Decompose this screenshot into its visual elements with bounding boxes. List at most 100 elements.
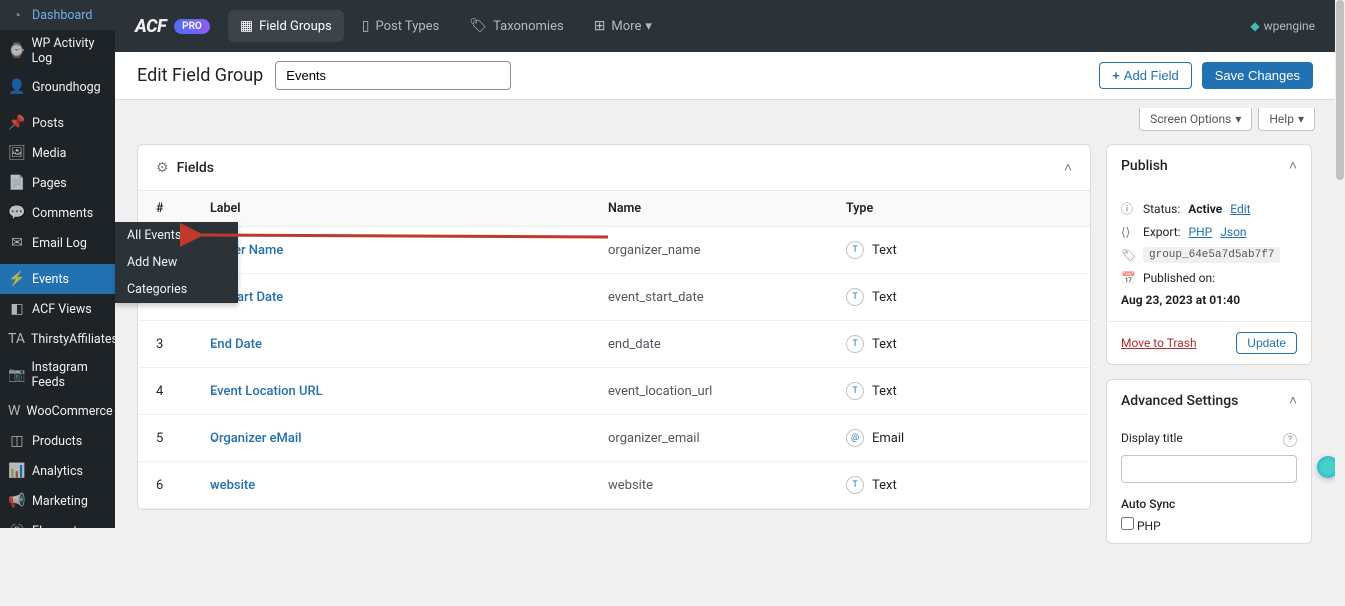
menu-icon: ▦ bbox=[8, 552, 26, 570]
sidebar-item-label: Products bbox=[32, 434, 82, 449]
field-row: 5⌄Organizer eMailorganizer_email@Email bbox=[138, 415, 1090, 462]
sidebar-item-email-log[interactable]: ✉Email Log bbox=[0, 228, 115, 258]
nav-icon: ⊞ bbox=[594, 18, 606, 34]
move-to-trash-link[interactable]: Move to Trash bbox=[1121, 336, 1197, 350]
sidebar-item-label: Elementor bbox=[32, 524, 89, 539]
plus-icon: + bbox=[1112, 68, 1120, 83]
sidebar-item-events[interactable]: ⚡Events bbox=[0, 264, 115, 294]
sidebar-item-label: Media bbox=[32, 146, 66, 161]
sidebar-item-elementor[interactable]: Ⓔ Elementor bbox=[0, 516, 115, 546]
scrollbar-thumb[interactable] bbox=[1336, 0, 1344, 180]
sidebar-item-dashboard[interactable]: ◔ Dashboard bbox=[0, 0, 115, 30]
type-icon: @ bbox=[846, 429, 864, 447]
sidebar-item-thirstyaffiliates[interactable]: TAThirstyAffiliates bbox=[0, 324, 115, 354]
fields-panel-header[interactable]: ⚙ Fields ˄ bbox=[138, 145, 1090, 191]
wpengine-brand: ◆ wpengine bbox=[1250, 19, 1315, 33]
field-label-link[interactable]: End Date bbox=[210, 337, 262, 352]
scrollbar-track[interactable] bbox=[1335, 0, 1345, 528]
advanced-header[interactable]: Advanced Settings ˄ bbox=[1107, 380, 1311, 421]
pro-badge: PRO bbox=[174, 19, 210, 34]
sidebar-item-products[interactable]: ◫Products bbox=[0, 426, 115, 456]
help-label: Help bbox=[1269, 112, 1294, 126]
export-php-link[interactable]: PHP bbox=[1189, 225, 1213, 239]
right-column: Publish ˄ ⓘ Status: Active Edit ⟨⟩ Expor… bbox=[1106, 144, 1312, 558]
col-label: Label bbox=[210, 201, 608, 216]
publish-header[interactable]: Publish ˄ bbox=[1107, 145, 1311, 186]
row-number: 3 bbox=[156, 337, 210, 352]
acf-topbar: ACF PRO ▦Field Groups▯Post Types🏷Taxonom… bbox=[115, 0, 1335, 52]
submenu-item-add-new[interactable]: Add New bbox=[115, 249, 238, 276]
export-label: Export: bbox=[1143, 225, 1181, 239]
field-type: TText bbox=[846, 382, 897, 400]
field-name: event_location_url bbox=[608, 384, 846, 399]
menu-icon: ✉ bbox=[8, 234, 26, 252]
topnav-post-types[interactable]: ▯Post Types bbox=[350, 10, 452, 42]
export-json-link[interactable]: Json bbox=[1220, 225, 1246, 239]
menu-icon: 📌 bbox=[8, 114, 26, 132]
help-icon[interactable]: ? bbox=[1283, 433, 1297, 447]
sidebar-item-appearance[interactable]: 🖌Appearance bbox=[0, 576, 115, 606]
sidebar-item-posts[interactable]: 📌Posts bbox=[0, 108, 115, 138]
sidebar-item-label: WP Activity Log bbox=[31, 36, 107, 66]
sidebar-item-wp-activity-log[interactable]: ⌚WP Activity Log bbox=[0, 30, 115, 72]
sidebar-item-label: Instagram Feeds bbox=[31, 360, 107, 390]
sidebar-item-pages[interactable]: 📄 Pages bbox=[0, 168, 115, 198]
field-type: TText bbox=[846, 241, 897, 259]
status-value: Active bbox=[1188, 202, 1222, 216]
sidebar-item-acf-views[interactable]: ◧ACF Views bbox=[0, 294, 115, 324]
sidebar-item-templates[interactable]: ▦ Templates bbox=[0, 546, 115, 576]
update-button[interactable]: Update bbox=[1236, 332, 1297, 354]
col-type: Type bbox=[846, 201, 1072, 216]
field-name: organizer_name bbox=[608, 243, 846, 258]
help-button[interactable]: Help ▾ bbox=[1258, 108, 1315, 131]
advanced-title: Advanced Settings bbox=[1121, 393, 1238, 409]
code-icon: ⟨⟩ bbox=[1121, 225, 1135, 239]
topnav-more[interactable]: ⊞More▾ bbox=[582, 10, 664, 42]
menu-icon: Ⓔ bbox=[8, 522, 26, 540]
save-changes-button[interactable]: Save Changes bbox=[1202, 62, 1313, 89]
php-checkbox[interactable] bbox=[1121, 517, 1134, 530]
menu-icon: 📄 bbox=[8, 174, 26, 192]
menu-icon: 📊 bbox=[8, 462, 26, 480]
field-label-link[interactable]: Event Location URL bbox=[210, 384, 323, 399]
display-title-input[interactable] bbox=[1121, 455, 1297, 483]
field-row: 2⌄nt Start Dateevent_start_dateTText bbox=[138, 274, 1090, 321]
field-row: 1⌄anizer Nameorganizer_nameTText bbox=[138, 227, 1090, 274]
sidebar-item-analytics[interactable]: 📊 Analytics bbox=[0, 456, 115, 486]
acf-logo: ACF bbox=[135, 16, 166, 37]
publish-title: Publish bbox=[1121, 158, 1168, 174]
field-label-link[interactable]: website bbox=[210, 478, 255, 493]
add-field-button[interactable]: + Add Field bbox=[1099, 62, 1192, 89]
sidebar-item-media[interactable]: 🖼Media bbox=[0, 138, 115, 168]
sidebar-item-marketing[interactable]: 📢Marketing bbox=[0, 486, 115, 516]
screen-options-button[interactable]: Screen Options ▾ bbox=[1139, 108, 1252, 131]
sidebar-item-comments[interactable]: 💬Comments bbox=[0, 198, 115, 228]
field-row: 4⌄Event Location URLevent_location_urlTT… bbox=[138, 368, 1090, 415]
sidebar-item-instagram-feeds[interactable]: 📷 Instagram Feeds bbox=[0, 354, 115, 396]
topnav-field-groups[interactable]: ▦Field Groups bbox=[228, 10, 344, 42]
topnav-taxonomies[interactable]: 🏷Taxonomies bbox=[457, 10, 575, 42]
row-number: 5 bbox=[156, 431, 210, 446]
menu-icon: 📷 bbox=[8, 366, 25, 384]
events-submenu: All EventsAdd NewCategories bbox=[115, 222, 238, 303]
auto-sync-label: Auto Sync bbox=[1121, 497, 1297, 511]
submenu-item-categories[interactable]: Categories bbox=[115, 276, 238, 303]
sidebar-item-label: Pages bbox=[32, 176, 67, 191]
status-row: ⓘ Status: Active Edit bbox=[1121, 196, 1297, 221]
sidebar-item-woocommerce[interactable]: WWooCommerce bbox=[0, 396, 115, 426]
sidebar-item-groundhogg[interactable]: 👤Groundhogg bbox=[0, 72, 115, 102]
sidebar-item-label: Templates bbox=[32, 554, 90, 569]
menu-icon: W bbox=[8, 402, 20, 420]
field-name: website bbox=[608, 478, 846, 493]
status-label: Status: bbox=[1143, 202, 1180, 216]
caret-down-icon: ▾ bbox=[1298, 112, 1304, 126]
submenu-item-all-events[interactable]: All Events bbox=[115, 222, 238, 249]
col-num: # bbox=[156, 201, 210, 216]
field-group-title-input[interactable] bbox=[275, 61, 511, 90]
edit-status-link[interactable]: Edit bbox=[1230, 202, 1250, 216]
field-type: TText bbox=[846, 288, 897, 306]
field-label-link[interactable]: Organizer eMail bbox=[210, 431, 302, 446]
sidebar-item-label: Analytics bbox=[32, 464, 83, 479]
menu-icon: ◔ bbox=[8, 6, 26, 24]
sidebar-item-label: Dashboard bbox=[32, 8, 92, 23]
